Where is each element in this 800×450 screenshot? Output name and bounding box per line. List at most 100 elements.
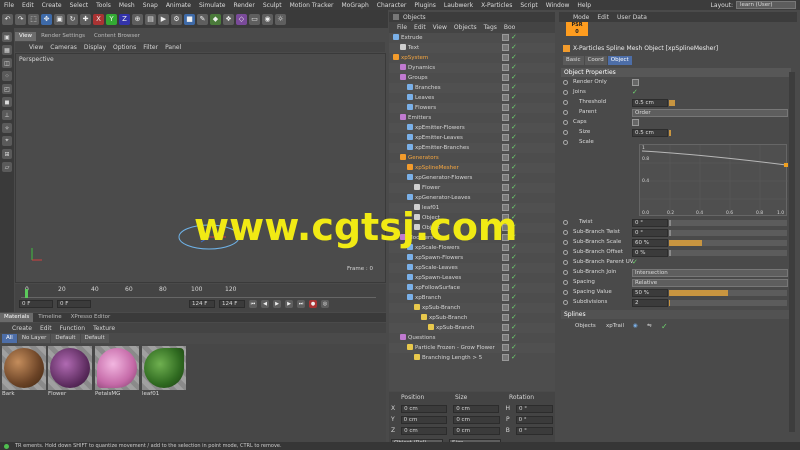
layer-flag[interactable] [502,94,509,101]
layer-flag[interactable] [502,44,509,51]
sub-branch-offset-field[interactable]: 0 % [632,249,668,257]
pos-x-field[interactable]: 0 cm [401,405,448,413]
menu-motion-tracker[interactable]: Motion Tracker [290,2,334,9]
layer-flag[interactable] [502,344,509,351]
animate-dot[interactable] [563,140,568,145]
vp-menu-cameras[interactable]: Cameras [50,44,77,51]
tab-timeline[interactable]: Timeline [34,313,65,322]
render-only-checkbox[interactable] [632,79,639,86]
enabled-check-icon[interactable]: ✓ [511,264,518,271]
texture-mode-icon[interactable]: ▦ [2,45,12,55]
lock-workplane-icon[interactable]: ⊞ [2,149,12,159]
threshold-field[interactable]: 0.5 cm [632,99,668,107]
render-settings-icon[interactable]: ⚙ [171,13,182,25]
enabled-check-icon[interactable]: ✓ [511,134,518,141]
layer-flag[interactable] [502,144,509,151]
enabled-check-icon[interactable]: ✓ [511,194,518,201]
filter-all[interactable]: All [2,334,17,343]
record-icon[interactable]: ● [309,300,317,308]
psr-badge[interactable]: PSR 0 [566,22,588,36]
size-y-field[interactable]: 0 cm [453,416,500,424]
object-row[interactable]: Emitters ✓ [389,113,555,123]
enabled-check-icon[interactable]: ✓ [511,44,518,51]
menu-render[interactable]: Render [233,2,254,9]
at-menu-user-data[interactable]: User Data [617,14,647,21]
layer-flag[interactable] [502,84,509,91]
layer-flag[interactable] [502,164,509,171]
object-row[interactable]: Groups ✓ [389,73,555,83]
object-row[interactable]: Particle Frozen - Grow Flower ✓ [389,343,555,353]
object-row[interactable]: xpGenerator-Flowers ✓ [389,173,555,183]
mat-menu-create[interactable]: Create [12,325,32,332]
enabled-check-icon[interactable]: ✓ [511,354,518,361]
subdivision-icon[interactable]: ◆ [210,13,221,25]
menu-laubwerk[interactable]: Laubwerk [444,2,473,9]
om-menu-view[interactable]: View [433,24,447,31]
section-splines[interactable]: Splines [561,310,791,319]
twist-field[interactable]: 0 ° [632,219,668,227]
at-menu-edit[interactable]: Edit [597,14,609,21]
array-icon[interactable]: ❖ [223,13,234,25]
object-row[interactable]: xpScale-Leaves ✓ [389,263,555,273]
size-x-field[interactable]: 0 cm [453,405,500,413]
om-menu-objects[interactable]: Objects [454,24,477,31]
layer-flag[interactable] [502,184,509,191]
object-row[interactable]: xpSub-Branch ✓ [389,303,555,313]
animate-dot[interactable] [563,300,568,305]
layer-flag[interactable] [502,64,509,71]
enabled-check-icon[interactable]: ✓ [511,84,518,91]
preview-end-field[interactable]: 124 F [219,300,245,308]
animate-dot[interactable] [563,130,568,135]
spacing-select[interactable]: Relative [632,279,788,287]
enabled-check-icon[interactable]: ✓ [511,74,518,81]
animate-dot[interactable] [563,240,568,245]
rotate-icon[interactable]: ↻ [67,13,78,25]
animate-dot[interactable] [563,110,568,115]
object-row[interactable]: xpEmitter-Branches ✓ [389,143,555,153]
tab-render-settings[interactable]: Render Settings [37,32,89,41]
spacing-value-field[interactable]: 50 % [632,289,668,297]
enabled-check-icon[interactable]: ✓ [511,334,518,341]
rot-p-field[interactable]: 0 ° [515,416,553,424]
enabled-check-icon[interactable]: ✓ [511,284,518,291]
layer-flag[interactable] [502,114,509,121]
sub-branch-twist-field[interactable]: 0 ° [632,229,668,237]
enabled-check-icon[interactable]: ✓ [511,124,518,131]
timeline-ruler[interactable]: 0 20 40 60 80 100 120 [21,286,376,298]
animate-dot[interactable] [563,290,568,295]
material-petalsmg[interactable]: PetalsMG [95,346,139,397]
spline-object-name[interactable]: xpTrail [606,323,624,329]
mat-menu-texture[interactable]: Texture [93,325,115,332]
animate-dot[interactable] [563,230,568,235]
prev-key-icon[interactable]: ◀ [261,300,269,308]
spacing-value-slider[interactable] [669,290,787,296]
object-row[interactable]: Branching Length > 5 ✓ [389,353,555,363]
sub-branch-offset-slider[interactable] [669,250,787,256]
move-icon[interactable]: ✥ [41,13,52,25]
menu-tools[interactable]: Tools [96,2,111,9]
layer-flag[interactable] [502,274,509,281]
enabled-check-icon[interactable]: ✓ [511,254,518,261]
enabled-check-icon[interactable]: ✓ [511,34,518,41]
rot-h-field[interactable]: 0 ° [515,405,553,413]
object-row[interactable]: xpSystem ✓ [389,53,555,63]
pos-z-field[interactable]: 0 cm [401,427,448,435]
menu-simulate[interactable]: Simulate [199,2,226,9]
size-field[interactable]: 0.5 cm [632,129,668,137]
object-row[interactable]: Leaves ✓ [389,93,555,103]
animate-dot[interactable] [563,100,568,105]
animate-dot[interactable] [563,250,568,255]
menu-x-particles[interactable]: X-Particles [481,2,512,9]
layer-flag[interactable] [502,34,509,41]
tab-view[interactable]: View [15,32,37,41]
caps-checkbox[interactable] [632,119,639,126]
object-row[interactable]: Questions ✓ [389,333,555,343]
object-row[interactable]: xpEmitter-Flowers ✓ [389,123,555,133]
menu-script[interactable]: Script [520,2,537,9]
animate-dot[interactable] [563,90,568,95]
object-row[interactable]: Extrude ✓ [389,33,555,43]
menu-select[interactable]: Select [70,2,89,9]
layer-flag[interactable] [502,324,509,331]
enabled-check-icon[interactable]: ✓ [511,324,518,331]
object-row[interactable]: Text ✓ [389,43,555,53]
